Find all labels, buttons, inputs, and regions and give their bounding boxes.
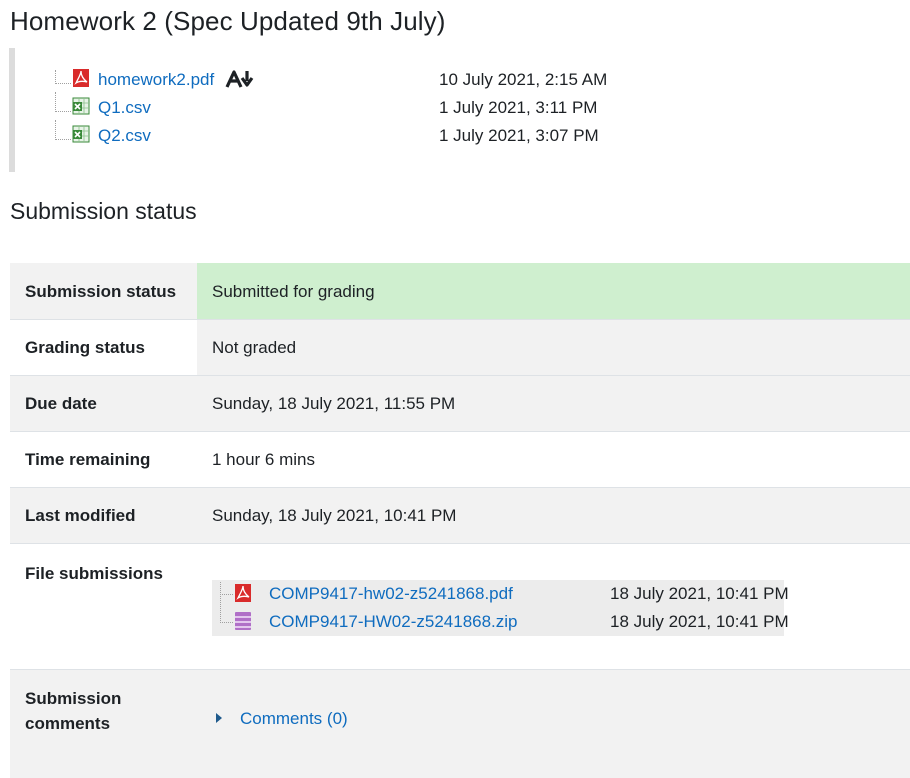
attachment-link-homework2[interactable]: homework2.pdf <box>98 70 214 90</box>
due-date-cell: Sunday, 18 July 2021, 11:55 PM <box>197 376 910 431</box>
assignment-title: Homework 2 (Spec Updated 9th July) <box>10 6 446 36</box>
row-label: File submissions <box>25 564 163 583</box>
caret-right-icon <box>216 713 222 723</box>
row-submission-status: Submission status Submitted for grading <box>10 263 910 319</box>
attachment-date: 10 July 2021, 2:15 AM <box>439 70 608 89</box>
row-label: Due date <box>25 394 97 413</box>
spreadsheet-icon <box>72 96 90 116</box>
last-modified-value: Sunday, 18 July 2021, 10:41 PM <box>212 506 457 525</box>
submission-status-cell: Submitted for grading <box>197 263 910 319</box>
archive-icon <box>234 611 252 636</box>
tree-connector <box>220 594 233 623</box>
grading-status-cell: Not graded <box>197 320 910 375</box>
due-date-value: Sunday, 18 July 2021, 11:55 PM <box>212 394 456 413</box>
row-file-submissions: File submissions COMP9417-hw02-z5241868.… <box>10 544 910 669</box>
submitted-file-date: 18 July 2021, 10:41 PM <box>610 612 789 631</box>
row-label-line1: Submission <box>25 689 122 708</box>
row-label: Grading status <box>25 338 145 357</box>
intro-attachments: homework2.pdf 10 July 2021, 2:15 AM Q1.c… <box>9 48 635 172</box>
tree-connector <box>55 92 71 112</box>
acrobat-download-icon[interactable] <box>225 69 259 94</box>
attachment-row: Q1.csv 1 July 2021, 3:11 PM <box>15 92 635 124</box>
row-grading-status: Grading status Not graded <box>10 320 910 375</box>
submission-status-value: Submitted for grading <box>212 282 375 301</box>
attachment-link-q1[interactable]: Q1.csv <box>98 98 151 118</box>
spreadsheet-icon <box>72 124 90 144</box>
attachment-row: Q2.csv 1 July 2021, 3:07 PM <box>15 120 635 152</box>
row-due-date: Due date Sunday, 18 July 2021, 11:55 PM <box>10 376 910 431</box>
comments-link[interactable]: Comments (0) <box>240 709 348 728</box>
row-label: Last modified <box>25 506 136 525</box>
submitted-file-row: COMP9417-hw02-z5241868.pdf 18 July 2021,… <box>212 580 789 608</box>
submitted-files-list: COMP9417-hw02-z5241868.pdf 18 July 2021,… <box>212 580 789 636</box>
submission-status-table: Submission status Submitted for grading … <box>10 263 910 778</box>
pdf-icon <box>72 68 90 88</box>
attachment-date: 1 July 2021, 3:11 PM <box>439 98 598 117</box>
comments-toggle[interactable]: Comments (0) <box>216 709 348 729</box>
assignment-page: Homework 2 (Spec Updated 9th July) homew… <box>0 0 910 778</box>
row-time-remaining: Time remaining 1 hour 6 mins <box>10 432 910 487</box>
row-last-modified: Last modified Sunday, 18 July 2021, 10:4… <box>10 488 910 543</box>
submitted-file-date: 18 July 2021, 10:41 PM <box>610 584 789 603</box>
row-label-line2: comments <box>25 714 111 733</box>
attachment-link-q2[interactable]: Q2.csv <box>98 126 151 146</box>
row-submission-comments: Submission comments Comments (0) <box>10 670 910 778</box>
tree-connector <box>55 70 71 84</box>
row-label: Submission status <box>25 282 177 301</box>
submitted-file-link-pdf[interactable]: COMP9417-hw02-z5241868.pdf <box>269 584 513 604</box>
submitted-file-row: COMP9417-HW02-z5241868.zip 18 July 2021,… <box>212 594 789 636</box>
attachment-date: 1 July 2021, 3:07 PM <box>439 126 599 145</box>
row-label: Time remaining <box>25 450 151 469</box>
attachment-row: homework2.pdf 10 July 2021, 2:15 AM <box>15 68 635 96</box>
time-remaining-value: 1 hour 6 mins <box>212 450 315 469</box>
pdf-icon <box>234 583 252 608</box>
time-remaining-cell: 1 hour 6 mins <box>197 432 910 487</box>
submission-status-heading: Submission status <box>10 198 197 224</box>
tree-connector <box>55 120 71 140</box>
last-modified-cell: Sunday, 18 July 2021, 10:41 PM <box>197 488 910 543</box>
submitted-file-link-zip[interactable]: COMP9417-HW02-z5241868.zip <box>269 612 518 632</box>
grading-status-value: Not graded <box>212 338 297 357</box>
